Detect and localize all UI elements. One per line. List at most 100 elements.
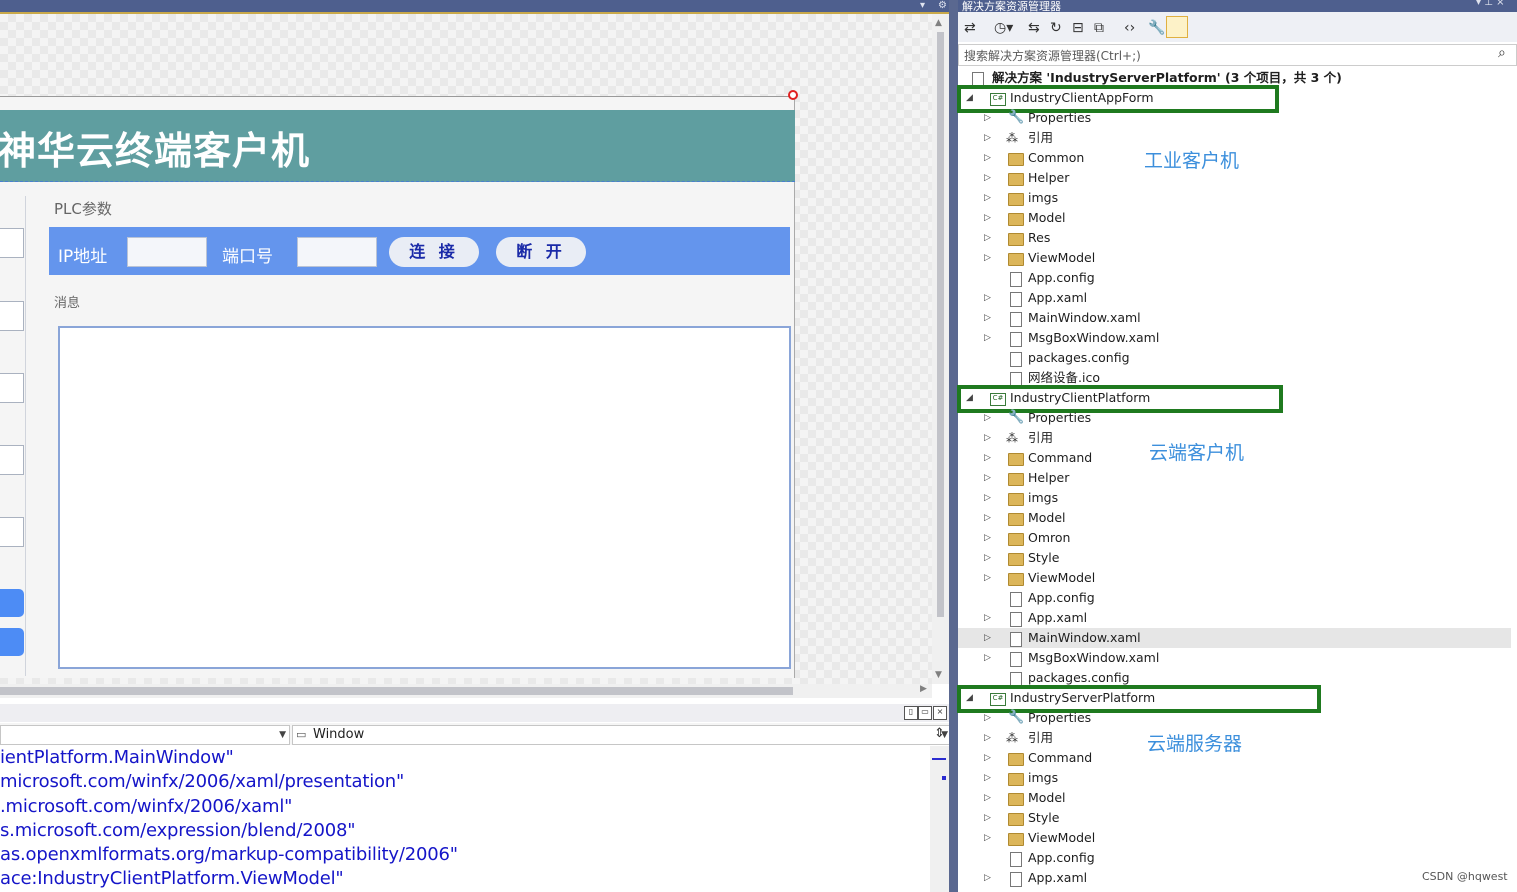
scroll-thumb[interactable] bbox=[937, 32, 944, 617]
tree-item-label: ViewModel bbox=[1028, 570, 1096, 585]
xaml-scrollbar[interactable] bbox=[930, 746, 949, 892]
pane-splitter[interactable] bbox=[949, 0, 958, 892]
expand-icon[interactable]: ▷ bbox=[984, 128, 991, 148]
tree-item-label: Properties bbox=[1028, 110, 1092, 125]
disconnect-button[interactable]: 断 开 bbox=[496, 237, 586, 267]
expand-icon[interactable]: ▷ bbox=[984, 768, 991, 788]
tree-item-label: 引用 bbox=[1028, 130, 1054, 145]
message-label: 消息 bbox=[54, 296, 81, 311]
xaml-editor[interactable]: ientPlatform.MainWindow" microsoft.com/w… bbox=[0, 746, 930, 892]
search-icon[interactable]: ⌕ bbox=[1498, 45, 1506, 61]
expand-icon[interactable]: ▷ bbox=[984, 488, 991, 508]
window-top-edge bbox=[0, 96, 795, 97]
ip-label: IP地址 bbox=[58, 247, 108, 267]
left-button-2[interactable] bbox=[0, 628, 24, 656]
collapse-all-icon[interactable]: ⊟ bbox=[1072, 20, 1084, 36]
expand-icon[interactable]: ▷ bbox=[984, 568, 991, 588]
split-vertical-icon[interactable]: ▯ bbox=[904, 706, 918, 720]
expand-icon[interactable]: ▷ bbox=[984, 328, 991, 348]
pending-changes-icon[interactable]: ⇆ bbox=[1028, 20, 1040, 36]
folder-icon bbox=[1008, 513, 1024, 526]
expand-icon[interactable]: ▷ bbox=[984, 288, 991, 308]
copy-icon[interactable]: ⧉ bbox=[1094, 20, 1104, 36]
window-menu-icon[interactable]: ▾ ⊥ × bbox=[1476, 0, 1504, 8]
project-annotation: 云端客户机 bbox=[1149, 442, 1245, 464]
expand-icon[interactable]: ▷ bbox=[984, 728, 991, 748]
expand-icon[interactable]: ▷ bbox=[984, 788, 991, 808]
message-textbox[interactable] bbox=[58, 326, 791, 669]
sync-icon[interactable]: ⇄ bbox=[964, 20, 976, 36]
expand-icon[interactable]: ▷ bbox=[984, 508, 991, 528]
expand-icon[interactable]: ▷ bbox=[984, 108, 991, 128]
references-icon: ⁂ bbox=[1006, 731, 1018, 745]
folder-icon bbox=[1008, 813, 1024, 826]
tab-dropdown-icon[interactable]: ▾ bbox=[920, 0, 925, 12]
hscroll-thumb[interactable] bbox=[0, 687, 793, 695]
references-icon: ⁂ bbox=[1006, 431, 1018, 445]
collapse-pane-icon[interactable]: × bbox=[933, 706, 947, 720]
view-code-icon[interactable]: ‹› bbox=[1124, 20, 1135, 36]
left-input-4[interactable] bbox=[0, 445, 24, 475]
code-line[interactable]: as.openxmlformats.org/markup-compatibili… bbox=[0, 844, 458, 865]
expand-icon[interactable]: ▷ bbox=[984, 408, 991, 428]
expand-icon[interactable]: ▷ bbox=[984, 148, 991, 168]
scroll-down-icon[interactable]: ▼ bbox=[935, 670, 942, 680]
expand-icon[interactable]: ▷ bbox=[984, 468, 991, 488]
expand-icon[interactable]: ▷ bbox=[984, 528, 991, 548]
left-input-3[interactable] bbox=[0, 373, 24, 403]
collapse-icon[interactable]: ◢ bbox=[966, 388, 973, 408]
code-line[interactable]: ace:IndustryClientPlatform.ViewModel" bbox=[0, 868, 344, 889]
expand-icon[interactable]: ▷ bbox=[984, 308, 991, 328]
split-horizontal-icon[interactable]: ▭ bbox=[918, 706, 932, 720]
expand-icon[interactable]: ▷ bbox=[984, 748, 991, 768]
expand-icon[interactable]: ▷ bbox=[984, 228, 991, 248]
connect-button[interactable]: 连 接 bbox=[389, 237, 479, 267]
expand-icon[interactable]: ▷ bbox=[984, 428, 991, 448]
designer-tab-bar: ▾ ⚙ bbox=[0, 0, 950, 14]
add-icon[interactable]: ⇕ bbox=[934, 726, 945, 741]
type-combo[interactable]: ▼ bbox=[0, 725, 290, 745]
wrench-icon[interactable]: 🔧 bbox=[1148, 20, 1165, 36]
left-input-5[interactable] bbox=[0, 517, 24, 547]
expand-icon[interactable]: ▷ bbox=[984, 808, 991, 828]
element-combo[interactable]: ▭ Window ▼ bbox=[292, 725, 952, 745]
tree-item-label: App.config bbox=[1028, 590, 1095, 605]
preview-selected-icon[interactable] bbox=[1166, 16, 1188, 38]
scroll-up-icon[interactable]: ▲ bbox=[935, 18, 942, 28]
close-icon[interactable] bbox=[788, 90, 798, 100]
designer-horizontal-scrollbar[interactable]: ▶ bbox=[0, 684, 932, 698]
left-input-1[interactable] bbox=[0, 228, 24, 258]
collapse-icon[interactable]: ◢ bbox=[966, 88, 973, 108]
expand-icon[interactable]: ▷ bbox=[984, 828, 991, 848]
code-line[interactable]: ientPlatform.MainWindow" bbox=[0, 747, 234, 768]
tree-item-label: Helper bbox=[1028, 170, 1070, 185]
settings-icon[interactable]: ⚙ bbox=[938, 0, 947, 12]
solution-search-placeholder: 搜索解决方案资源管理器(Ctrl+;) bbox=[964, 49, 1141, 63]
expand-icon[interactable]: ▷ bbox=[984, 248, 991, 268]
code-line[interactable]: s.microsoft.com/expression/blend/2008" bbox=[0, 820, 355, 841]
expand-icon[interactable]: ▷ bbox=[984, 868, 991, 888]
history-icon[interactable]: ◷▾ bbox=[994, 20, 1013, 36]
expand-icon[interactable]: ▷ bbox=[984, 208, 991, 228]
expand-icon[interactable]: ▷ bbox=[984, 708, 991, 728]
xaml-file-icon bbox=[1010, 872, 1022, 887]
left-input-2[interactable] bbox=[0, 301, 24, 331]
designer-vertical-scrollbar[interactable]: ▲ ▼ bbox=[932, 14, 949, 684]
code-line[interactable]: .microsoft.com/winfx/2006/xaml" bbox=[0, 796, 292, 817]
expand-icon[interactable]: ▷ bbox=[984, 608, 991, 628]
port-input[interactable] bbox=[297, 237, 377, 267]
refresh-icon[interactable]: ↻ bbox=[1050, 20, 1062, 36]
scroll-right-icon[interactable]: ▶ bbox=[920, 684, 927, 694]
left-button-1[interactable] bbox=[0, 589, 24, 617]
collapse-icon[interactable]: ◢ bbox=[966, 688, 973, 708]
expand-icon[interactable]: ▷ bbox=[984, 188, 991, 208]
expand-icon[interactable]: ▷ bbox=[984, 168, 991, 188]
expand-icon[interactable]: ▷ bbox=[984, 448, 991, 468]
code-line[interactable]: microsoft.com/winfx/2006/xaml/presentati… bbox=[0, 771, 404, 792]
expand-icon[interactable]: ▷ bbox=[984, 648, 991, 668]
ip-input[interactable] bbox=[127, 237, 207, 267]
expand-icon[interactable]: ▷ bbox=[984, 628, 991, 648]
expand-icon[interactable]: ▷ bbox=[984, 548, 991, 568]
folder-icon bbox=[1008, 193, 1024, 206]
wrench-icon: 🔧 bbox=[1008, 410, 1025, 425]
